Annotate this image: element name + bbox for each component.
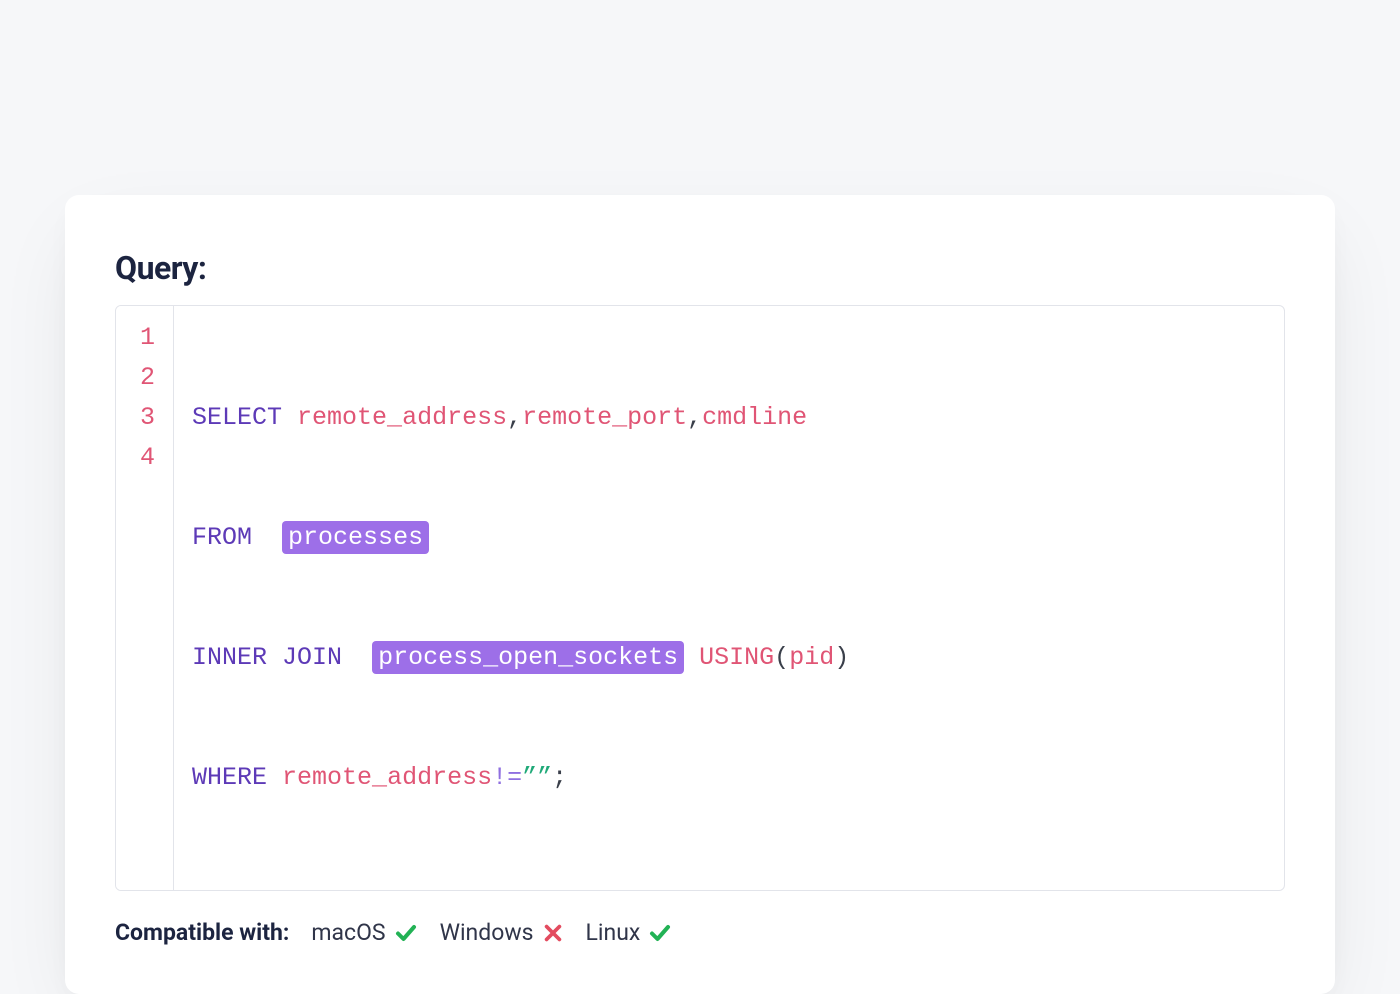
os-name: Windows <box>440 919 534 946</box>
sql-keyword: SELECT <box>192 403 282 432</box>
sql-punct: ( <box>774 643 789 672</box>
os-item-linux: Linux <box>586 919 673 946</box>
sql-identifier: remote_port <box>522 403 687 432</box>
sql-identifier: cmdline <box>702 403 807 432</box>
os-item-macos: macOS <box>311 919 417 946</box>
sql-identifier: remote_address <box>297 403 507 432</box>
line-number: 2 <box>140 358 155 398</box>
sql-punct: , <box>687 403 702 432</box>
check-icon <box>394 921 418 945</box>
sql-keyword-using: USING <box>699 643 774 672</box>
line-number: 3 <box>140 398 155 438</box>
compatibility-label: Compatible with: <box>115 919 289 946</box>
sql-table-highlight: process_open_sockets <box>372 641 684 674</box>
sql-keyword: FROM <box>192 523 252 552</box>
code-block: 1 2 3 4 SELECT remote_address,remote_por… <box>115 305 1285 891</box>
sql-operator: != <box>492 763 522 792</box>
code-line: SELECT remote_address,remote_port,cmdlin… <box>192 398 1266 438</box>
sql-keyword: WHERE <box>192 763 267 792</box>
sql-string: ”” <box>522 763 552 792</box>
os-item-windows: Windows <box>440 919 564 946</box>
query-card: Query: 1 2 3 4 SELECT remote_address,rem… <box>65 195 1335 994</box>
sql-table-highlight: processes <box>282 521 429 554</box>
query-title: Query: <box>115 249 1285 287</box>
sql-punct: , <box>507 403 522 432</box>
code-line: WHERE remote_address!=””; <box>192 758 1266 798</box>
line-number: 1 <box>140 318 155 358</box>
sql-identifier: remote_address <box>282 763 492 792</box>
code-line: FROM processes <box>192 518 1266 558</box>
os-name: macOS <box>311 919 385 946</box>
code-line: INNER JOIN process_open_sockets USING(pi… <box>192 638 1266 678</box>
code-content: SELECT remote_address,remote_port,cmdlin… <box>174 306 1284 890</box>
sql-identifier: pid <box>789 643 834 672</box>
os-name: Linux <box>586 919 641 946</box>
cross-icon <box>542 922 564 944</box>
sql-keyword: INNER <box>192 643 267 672</box>
sql-punct: ; <box>552 763 567 792</box>
sql-keyword: JOIN <box>282 643 342 672</box>
compatibility-row: Compatible with: macOS Windows Linux <box>115 919 1285 946</box>
line-number: 4 <box>140 438 155 478</box>
check-icon <box>648 921 672 945</box>
sql-punct: ) <box>834 643 849 672</box>
line-number-gutter: 1 2 3 4 <box>116 306 174 890</box>
